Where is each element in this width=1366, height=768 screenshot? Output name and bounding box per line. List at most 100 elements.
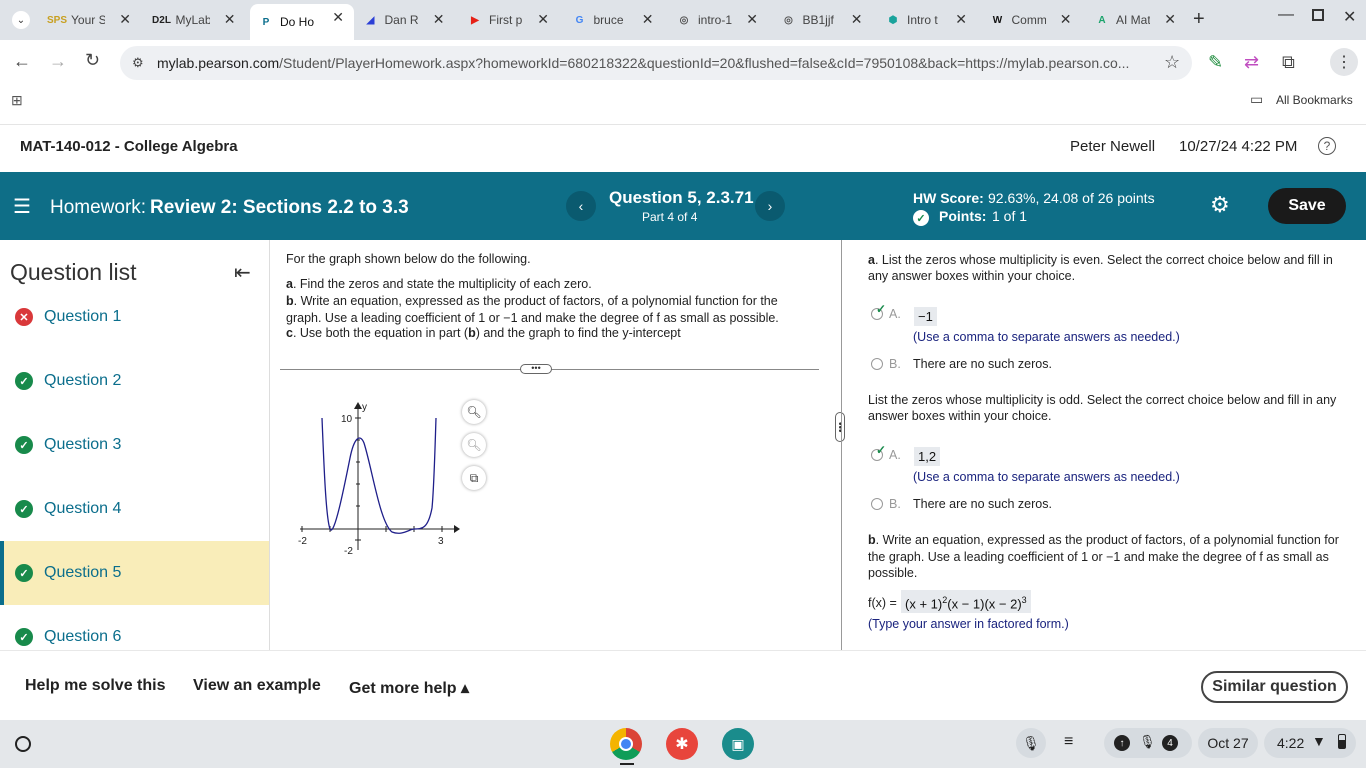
tab-title: First p	[489, 13, 523, 27]
view-example-button[interactable]: View an example	[193, 677, 321, 695]
help-me-solve-button[interactable]: Help me solve this	[25, 677, 166, 695]
answer-pane: a. List the zeros whose multiplicity is …	[841, 240, 1366, 650]
close-tab-icon[interactable]: ✕	[537, 11, 549, 28]
close-tab-icon[interactable]: ✕	[119, 11, 131, 28]
palette-app-icon[interactable]: ✱	[666, 728, 698, 760]
similar-question-button[interactable]: Similar question	[1201, 671, 1348, 703]
question-list-item[interactable]: ✓ Question 2	[0, 349, 269, 413]
zoom-out-button[interactable]: 🔍︎	[462, 433, 486, 457]
browser-tab[interactable]: W Comm ✕	[982, 6, 1082, 34]
x-tick-left: -2	[298, 536, 307, 547]
browser-tab[interactable]: D2L MyLab ✕	[146, 6, 246, 34]
browser-tab[interactable]: ◢ Dan R ✕	[355, 6, 455, 34]
tab-title: Intro t	[907, 13, 938, 27]
y-tick-top: 10	[341, 414, 353, 425]
back-icon[interactable]: ←	[13, 51, 31, 72]
all-bookmarks-link[interactable]: All Bookmarks	[1276, 93, 1353, 107]
part-b-letter: b	[286, 294, 294, 308]
close-tab-icon[interactable]: ✕	[1060, 11, 1072, 28]
question-label: Question 6	[44, 628, 122, 645]
question-list-item[interactable]: ✓ Question 4	[0, 477, 269, 541]
new-tab-button[interactable]: +	[1193, 8, 1205, 31]
course-header: MAT-140-012 - College Algebra Peter Newe…	[0, 124, 1366, 172]
close-tab-icon[interactable]: ✕	[433, 11, 445, 28]
homework-bar: ☰ Homework: Review 2: Sections 2.2 to 3.…	[0, 172, 1366, 240]
tab-favicon-icon: ◎	[679, 14, 689, 26]
chrome-app-icon[interactable]	[610, 728, 642, 760]
odd-zeros-answer[interactable]: 1,2	[914, 447, 941, 466]
close-tab-icon[interactable]: ✕	[1164, 11, 1176, 28]
even-comma-hint: (Use a comma to separate answers as need…	[913, 330, 1180, 344]
correct-check-icon: ✓	[15, 436, 33, 454]
bookmark-star-icon[interactable]: ☆	[1158, 52, 1181, 73]
points-check-icon: ✓	[913, 210, 929, 226]
browser-tab[interactable]: SPS Your S ✕	[41, 6, 141, 34]
forward-icon[interactable]: →	[49, 51, 67, 72]
tab-title: Comm	[1011, 13, 1046, 27]
save-button[interactable]: Save	[1268, 188, 1346, 224]
apps-grid-icon[interactable]: ⊞	[11, 92, 23, 109]
question-list-item[interactable]: ✓ Question 3	[0, 413, 269, 477]
browser-tab[interactable]: A AI Mat ✕	[1086, 6, 1186, 34]
launcher-icon[interactable]	[15, 736, 31, 752]
extension-icon-2[interactable]: ⇄	[1244, 52, 1259, 73]
y-tick-bottom: -2	[344, 546, 353, 557]
close-tab-icon[interactable]: ✕	[746, 11, 758, 28]
reload-icon[interactable]: ↻	[85, 50, 100, 71]
date-pill[interactable]: Oct 27	[1198, 728, 1258, 758]
pen-extension-icon[interactable]: ✎	[1208, 52, 1223, 73]
extensions-puzzle-icon[interactable]: ⧉	[1282, 52, 1295, 73]
equation-answer[interactable]: (x + 1)2(x − 1)(x − 2)3	[901, 590, 1031, 614]
factored-form-hint: (Type your answer in factored form.)	[868, 617, 1069, 631]
prev-question-button[interactable]: ‹	[566, 191, 596, 221]
close-window-icon[interactable]: ✕	[1343, 7, 1356, 27]
open-external-button[interactable]: ⧉	[462, 466, 486, 490]
question-list-item[interactable]: ✓ Question 5	[0, 541, 269, 605]
close-tab-icon[interactable]: ✕	[642, 11, 654, 28]
even-choice-b-radio[interactable]	[871, 358, 883, 370]
tab-favicon-icon: W	[992, 14, 1003, 26]
get-more-help-button[interactable]: Get more help ▴	[349, 678, 469, 698]
address-bar[interactable]: ⚙ mylab.pearson.com/Student/PlayerHomewo…	[120, 46, 1192, 80]
next-question-button[interactable]: ›	[755, 191, 785, 221]
answer-b-text: . Write an equation, expressed as the pr…	[868, 533, 1339, 580]
collapse-sidebar-icon[interactable]: ⇤	[234, 260, 251, 285]
question-list-item[interactable]: ✓ Question 6	[0, 605, 269, 650]
close-tab-icon[interactable]: ✕	[332, 9, 344, 26]
close-tab-icon[interactable]: ✕	[955, 11, 967, 28]
even-zeros-answer[interactable]: −1	[914, 307, 937, 326]
browser-tab[interactable]: ◎ BB1jjf ✕	[773, 6, 873, 34]
classroom-app-icon[interactable]: ▣	[722, 728, 754, 760]
expand-handle-icon[interactable]: •••	[520, 364, 552, 374]
help-icon[interactable]: ?	[1318, 137, 1336, 155]
question-list-item[interactable]: ✕ Question 1	[0, 285, 269, 349]
close-tab-icon[interactable]: ✕	[851, 11, 863, 28]
odd-choice-a-check-icon: ✓	[876, 443, 887, 457]
tab-search-icon[interactable]: ⌄	[12, 11, 30, 29]
tab-title: MyLab	[175, 13, 210, 27]
notification-count: 4	[1162, 735, 1178, 751]
zoom-in-button[interactable]: 🔍︎	[462, 400, 486, 424]
browser-tab[interactable]: Gbruce ✕	[564, 6, 664, 34]
close-tab-icon[interactable]: ✕	[224, 11, 236, 28]
browser-tab[interactable]: P Do Ho ✕	[250, 4, 354, 40]
minimize-icon[interactable]: —	[1278, 6, 1294, 24]
microphone-icon[interactable]: 🎙︎	[1016, 728, 1046, 758]
odd-comma-hint: (Use a comma to separate answers as need…	[913, 470, 1180, 484]
site-info-icon[interactable]: ⚙	[132, 55, 144, 71]
y-axis-arrow	[354, 402, 362, 409]
menu-kebab-icon[interactable]: ⋮	[1330, 48, 1358, 76]
browser-tab[interactable]: ◎ intro-1 ✕	[668, 6, 768, 34]
restore-icon[interactable]	[1312, 9, 1324, 21]
settings-gear-icon[interactable]: ⚙	[1210, 192, 1230, 218]
tab-favicon-icon: ▶	[471, 14, 479, 26]
url-path: /Student/PlayerHomework.aspx?homeworkId=…	[279, 55, 1130, 71]
clipboard-icon[interactable]: ≡	[1064, 733, 1073, 751]
homework-title: Review 2: Sections 2.2 to 3.3	[150, 197, 409, 218]
browser-tab[interactable]: ▶ First p ✕	[459, 6, 559, 34]
odd-choice-b-radio[interactable]	[871, 498, 883, 510]
os-shelf: ✱ ▣ 🎙︎ ≡ ↑ 🎙︎ 4 Oct 27 4:22 ▼	[0, 720, 1366, 768]
hamburger-menu-icon[interactable]: ☰	[13, 194, 31, 219]
browser-tab[interactable]: ⬢ Intro t ✕	[877, 6, 977, 34]
part-c-text-2: ) and the graph to find the y-intercept	[475, 326, 681, 340]
